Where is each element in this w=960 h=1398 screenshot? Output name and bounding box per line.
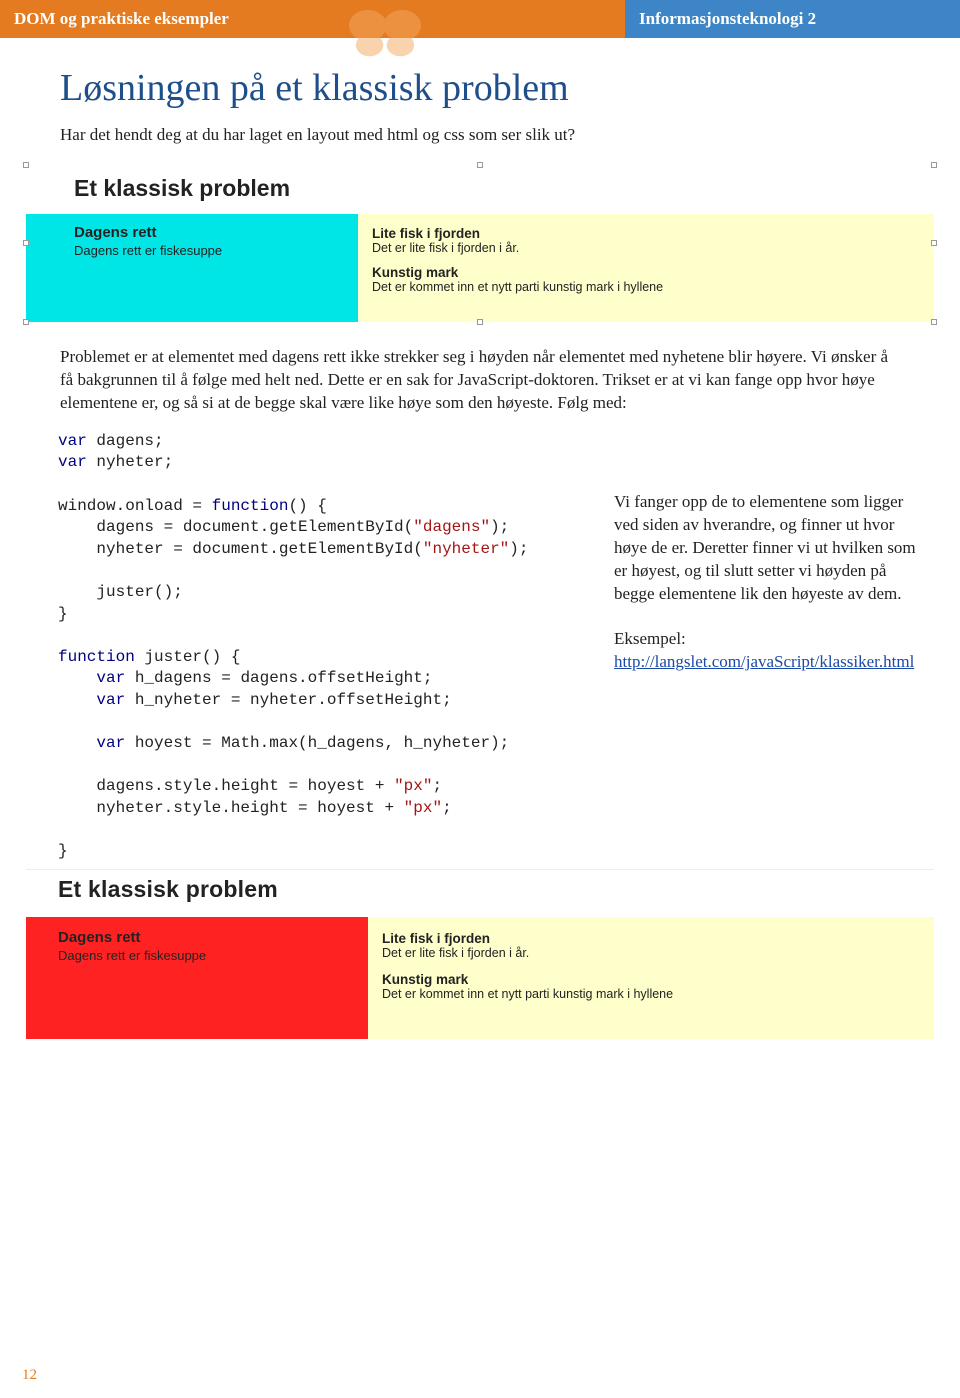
aside-column: Vi fanger opp de to elementene som ligge… xyxy=(614,431,922,863)
example1-heading: Et klassisk problem xyxy=(26,165,934,214)
header-right: Informasjonsteknologi 2 xyxy=(625,0,960,38)
example-link[interactable]: http://langslet.com/javaScript/klassiker… xyxy=(614,652,914,671)
example1-news1-title: Lite fisk i fjorden xyxy=(372,226,920,241)
example1-right-panel: Lite fisk i fjorden Det er lite fisk i f… xyxy=(358,214,934,322)
example2-right-panel: Lite fisk i fjorden Det er lite fisk i f… xyxy=(368,917,934,1039)
example1-left-title: Dagens rett xyxy=(74,224,344,241)
example1-news2-text: Det er kommet inn et nytt parti kunstig … xyxy=(372,280,920,294)
example2-left-title: Dagens rett xyxy=(58,929,354,946)
aside-example-label: Eksempel: xyxy=(614,628,922,651)
example2-news2-title: Kunstig mark xyxy=(382,972,920,987)
example2-news1-text: Det er lite fisk i fjorden i år. xyxy=(382,946,920,960)
example1-left-panel: Dagens rett Dagens rett er fiskesuppe xyxy=(26,214,358,322)
example2-news2-text: Det er kommet inn et nytt parti kunstig … xyxy=(382,987,920,1001)
intro-text: Har det hendt deg at du har laget en lay… xyxy=(0,124,960,165)
example1-news1-text: Det er lite fisk i fjorden i år. xyxy=(372,241,920,255)
example1-left-text: Dagens rett er fiskesuppe xyxy=(74,243,344,258)
example2-news1-title: Lite fisk i fjorden xyxy=(382,931,920,946)
example2-heading: Et klassisk problem xyxy=(26,872,934,917)
body-paragraph: Problemet er at elementet med dagens ret… xyxy=(0,322,960,431)
header-left: DOM og praktiske eksempler xyxy=(0,0,625,38)
page-title: Løsningen på et klassisk problem xyxy=(0,38,960,124)
page-header: DOM og praktiske eksempler Informasjonst… xyxy=(0,0,960,38)
example2-left-panel: Dagens rett Dagens rett er fiskesuppe xyxy=(26,917,368,1039)
example2-left-text: Dagens rett er fiskesuppe xyxy=(58,948,354,963)
aside-text: Vi fanger opp de to elementene som ligge… xyxy=(614,491,922,606)
example1-news2-title: Kunstig mark xyxy=(372,265,920,280)
example1-container: Et klassisk problem Dagens rett Dagens r… xyxy=(26,165,934,322)
example2-container: Et klassisk problem Dagens rett Dagens r… xyxy=(26,869,934,1039)
page-number: 12 xyxy=(22,1367,37,1384)
code-block: var dagens; var nyheter; window.onload =… xyxy=(58,431,588,863)
code-and-aside-row: var dagens; var nyheter; window.onload =… xyxy=(0,431,960,863)
example2-row: Dagens rett Dagens rett er fiskesuppe Li… xyxy=(26,917,934,1039)
example1-row: Dagens rett Dagens rett er fiskesuppe Li… xyxy=(26,214,934,322)
